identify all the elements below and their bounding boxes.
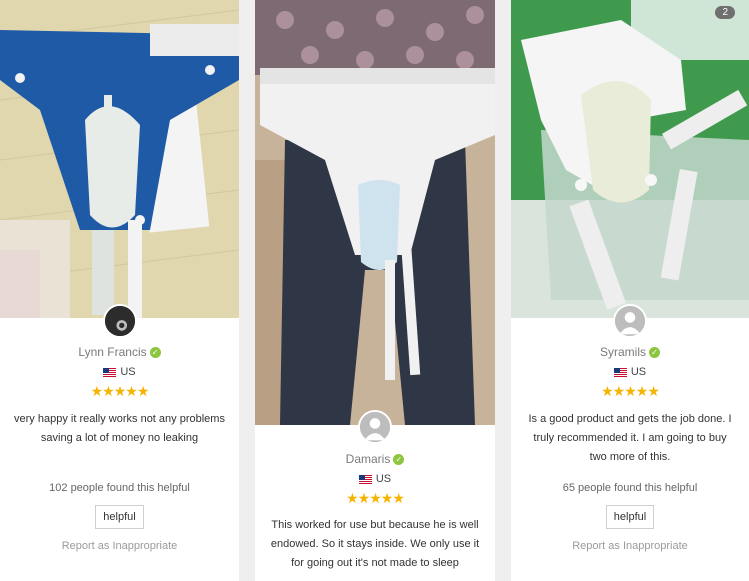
reviewer-name-row: Damaris ✓ (255, 451, 495, 467)
review-text: Is a good product and gets the job done.… (528, 413, 732, 463)
image-count-badge: 2 (715, 6, 735, 19)
review-photo[interactable] (255, 0, 495, 425)
reviewer-name: Syramils (599, 345, 646, 359)
reviewer-name: Lynn Francis (78, 345, 147, 359)
reviewer-name-row: Syramils ✓ (511, 344, 749, 360)
review-photo[interactable] (0, 0, 239, 318)
country-label: US (375, 473, 392, 485)
review-text: very happy it really works not any probl… (14, 413, 225, 444)
avatar (102, 304, 137, 338)
review-text: This worked for use but because he is we… (270, 519, 480, 569)
avatar (613, 304, 647, 338)
country-row: US (255, 472, 495, 486)
helpful-count: 102 people found this helpful (49, 482, 190, 494)
report-link[interactable]: Report as Inappropriate (511, 540, 749, 552)
check-circle-icon: ✓ (393, 453, 405, 465)
review-card-3: 2 Syramils ✓ US ★★★★★ Is a good product … (511, 0, 749, 581)
helpful-count: 65 people found this helpful (562, 482, 698, 494)
helpful-button[interactable]: helpful (605, 505, 655, 529)
us-flag-icon (613, 367, 627, 377)
us-flag-icon (103, 367, 117, 377)
star-rating: ★★★★★ (346, 490, 405, 506)
us-flag-icon (358, 474, 372, 484)
star-rating: ★★★★★ (601, 383, 660, 399)
reviewer-name-row: Lynn Francis ✓ (0, 344, 239, 360)
review-photo[interactable] (511, 0, 749, 318)
helpful-button[interactable]: helpful (95, 505, 144, 529)
star-rating: ★★★★★ (90, 383, 150, 399)
country-row: US (0, 365, 239, 379)
report-link[interactable]: Report as Inappropriate (0, 540, 239, 552)
avatar (358, 410, 392, 444)
reviewer-name: Damaris (345, 452, 391, 466)
review-card-1: Lynn Francis ✓ US ★★★★★ very happy it re… (0, 0, 239, 581)
country-label: US (120, 366, 136, 378)
country-row: US (511, 365, 749, 379)
check-circle-icon: ✓ (649, 346, 660, 358)
review-card-2: Damaris ✓ US ★★★★★ This worked for use b… (255, 0, 495, 581)
check-circle-icon: ✓ (149, 346, 161, 358)
country-label: US (630, 366, 647, 378)
